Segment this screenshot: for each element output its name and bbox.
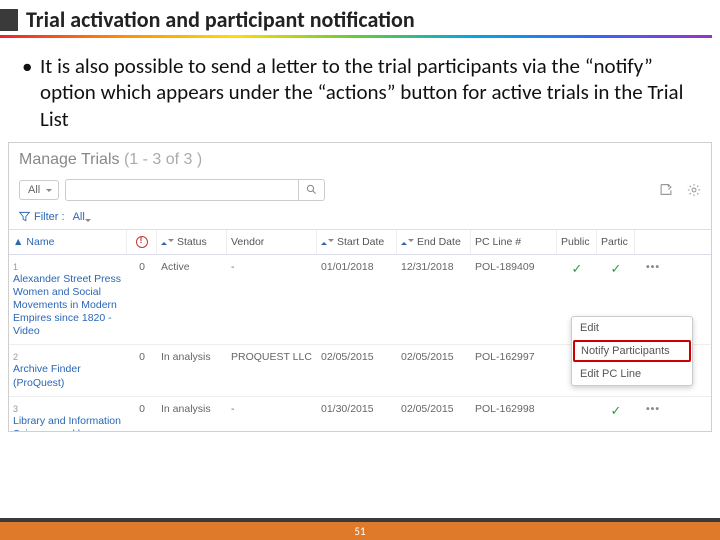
row-actions-menu: Edit Notify Participants Edit PC Line <box>571 316 693 386</box>
table-row: 3 Library and Information Science weekly… <box>9 397 711 432</box>
col-part-label: Partic <box>601 236 628 248</box>
table-header: ▲Name Status Vendor Start Date End Date … <box>9 229 711 255</box>
export-icon[interactable] <box>659 183 673 197</box>
cell-vendor: PROQUEST LLC <box>227 345 317 395</box>
col-status-label: Status <box>177 236 207 248</box>
search-box <box>65 179 325 201</box>
cell-alert: 0 <box>127 397 157 432</box>
cell-vendor: - <box>227 397 317 432</box>
cell-status: In analysis <box>157 397 227 432</box>
col-status[interactable]: Status <box>157 230 227 254</box>
filter-label: Filter : <box>34 211 65 223</box>
col-end-label: End Date <box>417 236 461 248</box>
search-icon <box>306 184 317 195</box>
page-title-text: Manage Trials <box>19 151 120 168</box>
cell-start: 01/01/2018 <box>317 255 397 345</box>
page-title: Manage Trials (1 - 3 of 3 ) <box>9 143 711 175</box>
trial-name-link[interactable]: Alexander Street Press Women and Social … <box>13 273 123 339</box>
cell-status: Active <box>157 255 227 345</box>
menu-edit[interactable]: Edit <box>572 317 692 339</box>
page-number: 51 <box>354 525 365 538</box>
row-index: 1 <box>13 262 18 272</box>
col-alert[interactable] <box>127 230 157 254</box>
rainbow-divider <box>0 35 712 38</box>
col-actions <box>635 230 671 254</box>
cell-pol: POL-189409 <box>471 255 557 345</box>
col-po-line[interactable]: PC Line # <box>471 230 557 254</box>
alert-icon <box>136 236 148 248</box>
cell-vendor: - <box>227 255 317 345</box>
title-decor-square <box>0 9 18 31</box>
gear-icon[interactable] <box>687 183 701 197</box>
col-name-label: Name <box>26 236 54 248</box>
filter-icon[interactable] <box>19 211 30 222</box>
cell-start: 02/05/2015 <box>317 345 397 395</box>
trial-name-link[interactable]: Library and Information Science weekly <box>13 415 123 432</box>
menu-notify-participants[interactable]: Notify Participants <box>573 340 691 362</box>
col-pol-label: PC Line # <box>475 236 521 248</box>
col-start-date[interactable]: Start Date <box>317 230 397 254</box>
col-participants[interactable]: Partic <box>597 230 635 254</box>
cell-end: 02/05/2015 <box>397 345 471 395</box>
cell-public <box>557 397 597 432</box>
col-end-date[interactable]: End Date <box>397 230 471 254</box>
col-vendor[interactable]: Vendor <box>227 230 317 254</box>
filter-value: All <box>73 211 85 223</box>
col-pub-label: Public <box>561 236 590 248</box>
scope-dropdown[interactable]: All <box>19 180 59 200</box>
toolbar: All <box>9 175 711 207</box>
col-public[interactable]: Public <box>557 230 597 254</box>
cell-alert: 0 <box>127 345 157 395</box>
filter-dropdown[interactable]: All <box>69 211 97 223</box>
result-count: (1 - 3 of 3 ) <box>124 151 202 168</box>
slide-title-bar: Trial activation and participant notific… <box>0 0 720 41</box>
cell-status: In analysis <box>157 345 227 395</box>
cell-start: 01/30/2015 <box>317 397 397 432</box>
app-screenshot: Manage Trials (1 - 3 of 3 ) All Filter :… <box>8 142 712 432</box>
toolbar-right <box>659 183 701 197</box>
slide-title: Trial activation and participant notific… <box>26 6 415 33</box>
row-index: 3 <box>13 404 18 414</box>
row-actions-button[interactable]: ••• <box>635 397 671 432</box>
search-input[interactable] <box>66 184 298 196</box>
col-start-label: Start Date <box>337 236 384 248</box>
row-index: 2 <box>13 352 18 362</box>
cell-pol: POL-162998 <box>471 397 557 432</box>
trial-name-link[interactable]: Archive Finder (ProQuest) <box>13 363 123 389</box>
cell-end: 12/31/2018 <box>397 255 471 345</box>
search-button[interactable] <box>298 180 324 200</box>
scope-dropdown-label: All <box>28 184 40 196</box>
filter-bar: Filter : All <box>9 207 711 229</box>
slide-bullet: It is also possible to send a letter to … <box>0 41 720 140</box>
cell-pol: POL-162997 <box>471 345 557 395</box>
menu-edit-po-line[interactable]: Edit PC Line <box>572 363 692 385</box>
col-vendor-label: Vendor <box>231 236 264 248</box>
cell-participants: ✓ <box>597 397 635 432</box>
cell-end: 02/05/2015 <box>397 397 471 432</box>
col-name[interactable]: ▲Name <box>9 230 127 254</box>
slide-footer: 51 <box>0 518 720 540</box>
cell-alert: 0 <box>127 255 157 345</box>
